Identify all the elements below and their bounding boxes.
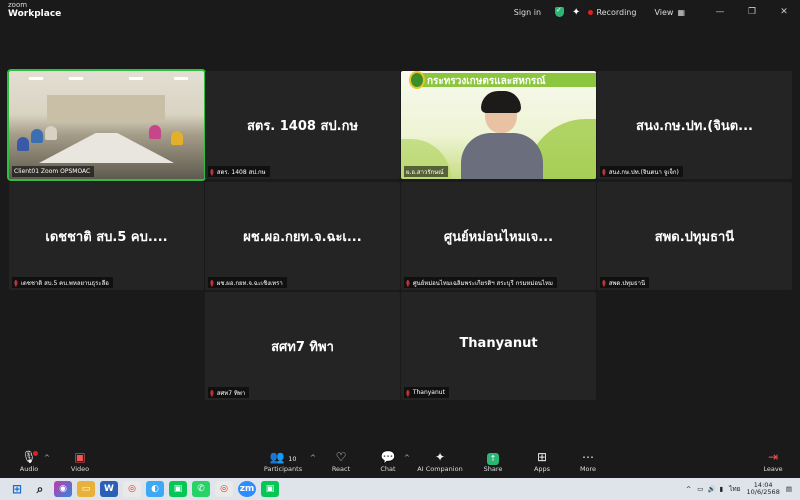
participant-tile[interactable]: สนง.กษ.ปท.(จินต... ǂ สนง.กษ.ปท.(จินตนา จู… [597, 71, 792, 179]
windows-taskbar: ⊞ ⌕ ◉ ▭ W ◎ ◐ ▣ ✆ ◎ zm ▣ ^ ▭ 🔊 ▮ ไทย 14:… [0, 478, 800, 500]
participant-tile[interactable]: สตร. 1408 สป.กษ ǂ สตร. 1408 สป.กษ [205, 71, 400, 179]
mic-muted-icon: ǂ [210, 278, 214, 287]
grid-icon[interactable]: ▦ [677, 8, 685, 17]
video-button[interactable]: ▣ Video [55, 449, 105, 473]
close-icon[interactable]: ✕ [768, 7, 800, 17]
more-button[interactable]: ⋯ More [563, 449, 613, 473]
participant-name-label: ǂ สศท7 ทิพา [208, 387, 250, 398]
leave-door-icon: ⇥ [767, 450, 779, 464]
recording-dot-icon [588, 9, 594, 15]
meeting-room-video [9, 71, 204, 179]
system-clock[interactable]: 14:04 10/6/2568 [747, 481, 780, 496]
participant-name-label: ǂ ผช.ผอ.กยท.จ.ฉะเชิงเทรา [208, 277, 287, 288]
ministry-banner-text: กระทรวงเกษตรและสหกรณ์ [427, 76, 546, 87]
mic-muted-icon: ǂ [602, 278, 606, 287]
more-dots-icon: ⋯ [582, 450, 594, 464]
line-icon[interactable]: ▣ [169, 481, 187, 497]
mic-muted-icon: ǂ [210, 167, 214, 176]
participant-display-name: สตร. 1408 สป.กษ [246, 119, 359, 134]
participant-tile[interactable]: สศท7 ทิพา ǂ สศท7 ทิพา [205, 292, 400, 400]
mic-muted-icon: ǂ [602, 167, 606, 176]
participant-tile[interactable]: Client01 Zoom OPSMOAC [7, 69, 206, 181]
ministry-emblem-icon [409, 71, 425, 89]
apps-button[interactable]: ⊞ Apps [517, 449, 567, 473]
audio-options-chevron-icon[interactable]: ^ [44, 454, 50, 462]
ministry-video: กระทรวงเกษตรและสหกรณ์ [401, 71, 596, 179]
participants-options-chevron-icon[interactable]: ^ [310, 454, 316, 462]
battery-icon[interactable]: ▮ [720, 485, 724, 493]
app-icon[interactable]: ◐ [146, 481, 164, 497]
participant-display-name: ผช.ผอ.กยท.จ.ฉะเ... [243, 230, 362, 245]
participant-tile[interactable]: ศูนย์หม่อนไหมเจ... ǂ ศูนย์หม่อนไหมเฉลิมพร… [401, 182, 596, 290]
participant-tile[interactable]: Thanyanut ǂ Thanyanut [401, 292, 596, 400]
mic-muted-icon: ǂ [210, 388, 214, 397]
volume-icon[interactable]: 🔊 [707, 485, 715, 493]
ai-companion-button[interactable]: ✦ AI Companion [412, 449, 468, 473]
share-arrow-icon: ↑ [487, 453, 499, 465]
copilot-icon[interactable]: ◉ [54, 481, 72, 497]
tray-chevron-icon[interactable]: ^ [686, 485, 691, 493]
leave-button[interactable]: ⇥ Leave [748, 449, 798, 473]
react-button[interactable]: ♡ React [316, 449, 366, 473]
restore-icon[interactable]: ❐ [736, 7, 768, 17]
participant-display-name: สศท7 ทิพา [271, 340, 334, 355]
mic-muted-icon: ǂ [406, 278, 410, 287]
chat-options-chevron-icon[interactable]: ^ [404, 454, 410, 462]
participant-tile[interactable]: เดชชาติ สบ.5 คบ.... ǂ เดชชาติ สบ.5 คบ.พหล… [9, 182, 204, 290]
sign-in-link[interactable]: Sign in [514, 8, 541, 17]
participant-tile[interactable]: สพด.ปทุมธานี ǂ สพด.ปทุมธานี [597, 182, 792, 290]
participant-name-label: ǂ เดชชาติ สบ.5 คบ.พหลยานธุระลือ [12, 277, 113, 288]
file-explorer-icon[interactable]: ▭ [77, 481, 95, 497]
mic-muted-icon: ǂ [406, 388, 410, 397]
recording-status[interactable]: Recording [596, 8, 636, 17]
participant-name-label: ǂ ศูนย์หม่อนไหมเฉลิมพระเกียรติฯ สระบุรี ก… [404, 277, 557, 288]
participant-name-label: ǂ Thanyanut [404, 387, 449, 398]
participant-display-name: สพด.ปทุมธานี [654, 230, 735, 245]
zoom-workplace-logo: zoom Workplace [8, 1, 62, 19]
shield-check-icon[interactable] [555, 6, 565, 17]
participants-icon: 👥 10 [269, 450, 297, 464]
apps-icon: ⊞ [536, 450, 548, 464]
view-button[interactable]: View [654, 8, 673, 17]
participant-name-label: ǂ สพด.ปทุมธานี [600, 277, 650, 288]
title-bar: zoom Workplace Sign in ✦ Recording View … [0, 0, 800, 24]
participant-name-label: Client01 Zoom OPSMOAC [12, 166, 95, 177]
participant-name-label: ผ.อ.สาวรักษณ์ [404, 166, 448, 177]
notification-icon[interactable]: ▤ [786, 485, 792, 493]
participant-tile[interactable]: ผช.ผอ.กยท.จ.ฉะเ... ǂ ผช.ผอ.กยท.จ.ฉะเชิงเท… [205, 182, 400, 290]
whatsapp-icon[interactable]: ✆ [192, 481, 210, 497]
windows-start-icon[interactable]: ⊞ [8, 481, 26, 497]
zoom-icon[interactable]: zm [238, 481, 256, 497]
video-camera-off-icon: ▣ [74, 450, 86, 464]
search-icon[interactable]: ⌕ [31, 481, 49, 497]
participant-display-name: เดชชาติ สบ.5 คบ.... [45, 230, 168, 245]
participant-name-label: ǂ สตร. 1408 สป.กษ [208, 166, 270, 177]
participant-name-label: ǂ สนง.กษ.ปท.(จินตนา จูเจ็ก) [600, 166, 683, 177]
word-icon[interactable]: W [100, 481, 118, 497]
meeting-toolbar: 🎙 Audio ^ ▣ Video 👥 10 Participants ^ ♡ … [0, 446, 800, 478]
share-button[interactable]: ↑ Share [468, 449, 518, 473]
sparkle-icon: ✦ [434, 450, 446, 464]
participants-button[interactable]: 👥 10 Participants [258, 449, 308, 473]
network-icon[interactable]: ▭ [697, 485, 703, 493]
participant-display-name: สนง.กษ.ปท.(จินต... [636, 119, 753, 134]
chrome-icon[interactable]: ◎ [215, 481, 233, 497]
language-indicator[interactable]: ไทย [729, 484, 740, 494]
heart-icon: ♡ [335, 450, 347, 464]
minimize-icon[interactable]: — [704, 7, 736, 17]
participant-display-name: ศูนย์หม่อนไหมเจ... [443, 230, 554, 245]
participant-tile[interactable]: กระทรวงเกษตรและสหกรณ์ ผ.อ.สาวรักษณ์ [401, 71, 596, 179]
participant-display-name: Thanyanut [459, 336, 538, 351]
sparkle-icon[interactable]: ✦ [572, 7, 580, 18]
line-icon[interactable]: ▣ [261, 481, 279, 497]
chrome-icon[interactable]: ◎ [123, 481, 141, 497]
mic-muted-icon: ǂ [14, 278, 18, 287]
